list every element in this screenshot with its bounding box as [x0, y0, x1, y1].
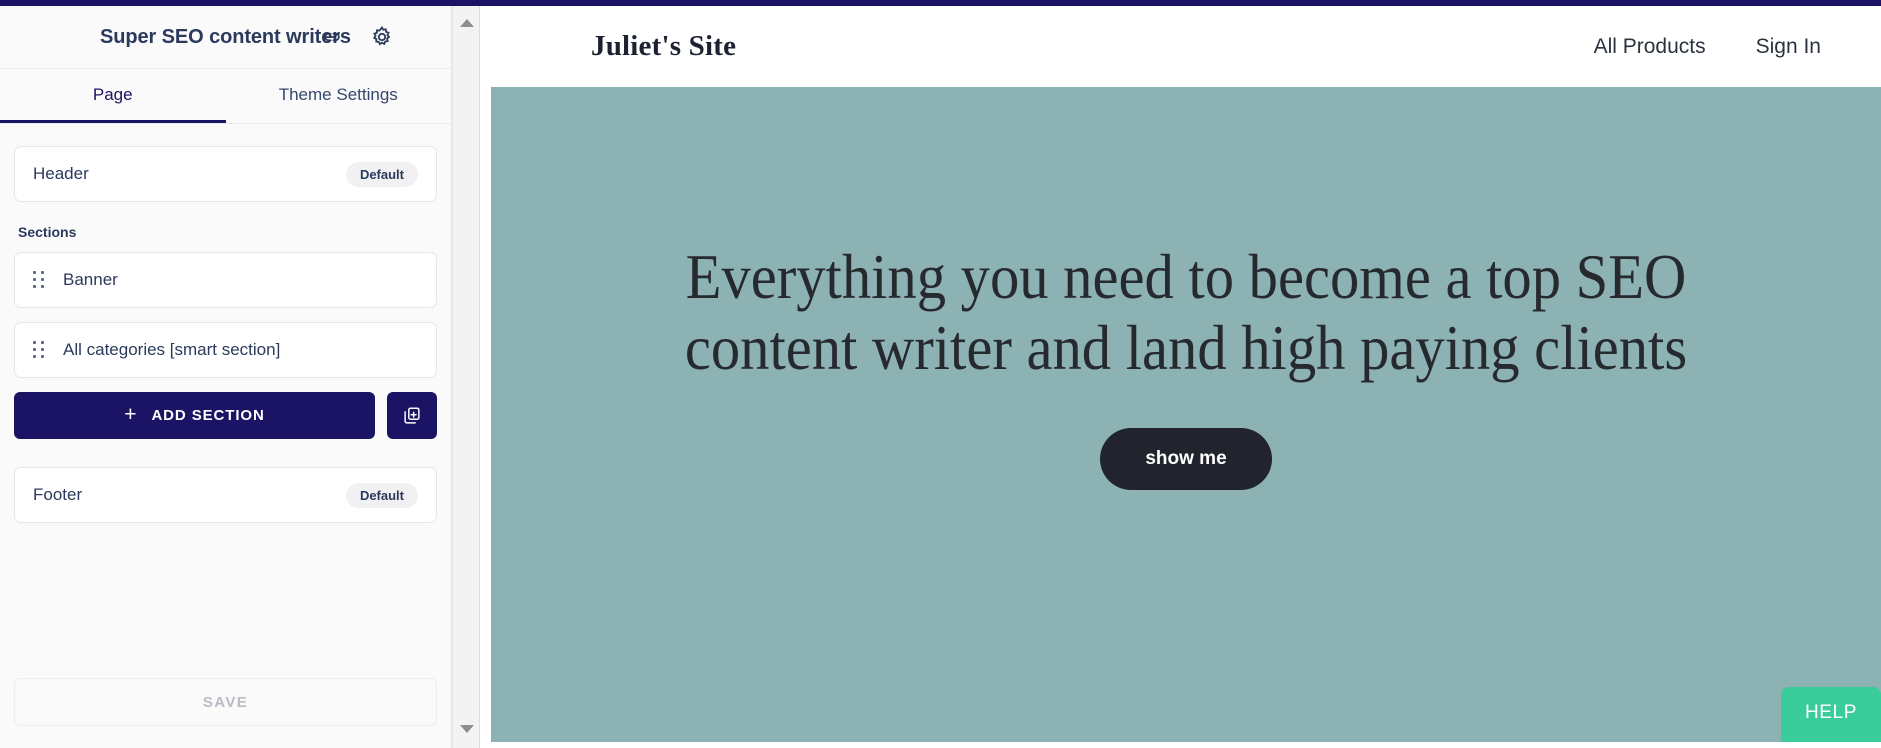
editor-panel-scrollbar[interactable]	[452, 6, 480, 748]
section-label: Header	[33, 164, 89, 183]
site-header: Juliet's Site All Products Sign In	[491, 6, 1881, 87]
page-title: Super SEO content writers	[100, 25, 351, 48]
section-card-banner[interactable]: Banner	[14, 252, 437, 308]
site-nav: All Products Sign In	[1594, 35, 1821, 59]
add-section-label: ADD SECTION	[151, 407, 265, 424]
site-logo[interactable]: Juliet's Site	[591, 30, 736, 63]
editor-panel-body: Header Default Sections Banner All categ…	[0, 124, 451, 678]
editor-panel-header: Super SEO content writers	[0, 6, 451, 69]
drag-handle-icon[interactable]	[33, 341, 47, 359]
editor-panel: Super SEO content writers Page Theme Set…	[0, 6, 452, 748]
tab-page[interactable]: Page	[0, 69, 226, 123]
duplicate-section-icon[interactable]	[387, 392, 437, 439]
add-section-button[interactable]: + ADD SECTION	[14, 392, 375, 439]
scroll-down-arrow-icon[interactable]	[453, 716, 480, 742]
save-button[interactable]: SAVE	[14, 678, 437, 726]
gear-icon[interactable]	[365, 20, 399, 54]
section-card-header[interactable]: Header Default	[14, 146, 437, 202]
section-card-all-categories[interactable]: All categories [smart section]	[14, 322, 437, 378]
site-preview-frame: Juliet's Site All Products Sign In Every…	[491, 6, 1881, 748]
hero-cta-button[interactable]: show me	[1100, 428, 1272, 491]
nav-link-sign-in[interactable]: Sign In	[1756, 35, 1821, 59]
hero-banner-section: Everything you need to become a top SEO …	[491, 87, 1881, 742]
nav-link-all-products[interactable]: All Products	[1594, 35, 1706, 59]
hero-heading: Everything you need to become a top SEO …	[684, 242, 1688, 384]
save-area: SAVE	[0, 678, 451, 748]
section-label: Footer	[33, 485, 83, 504]
add-section-row: + ADD SECTION	[14, 392, 437, 439]
status-badge: Default	[345, 161, 418, 187]
section-card-footer[interactable]: Footer Default	[14, 467, 437, 523]
drag-handle-icon[interactable]	[33, 271, 47, 289]
status-badge: Default	[345, 482, 418, 508]
editor-tabs: Page Theme Settings	[0, 69, 451, 124]
section-label: All categories [smart section]	[63, 340, 281, 359]
plus-icon: +	[124, 403, 138, 426]
sections-group-label: Sections	[18, 224, 77, 240]
link-icon[interactable]	[315, 20, 349, 54]
scroll-up-arrow-icon[interactable]	[453, 10, 480, 36]
tab-theme-settings[interactable]: Theme Settings	[226, 69, 452, 123]
help-button[interactable]: HELP	[1780, 687, 1881, 742]
section-label: Banner	[63, 270, 118, 289]
